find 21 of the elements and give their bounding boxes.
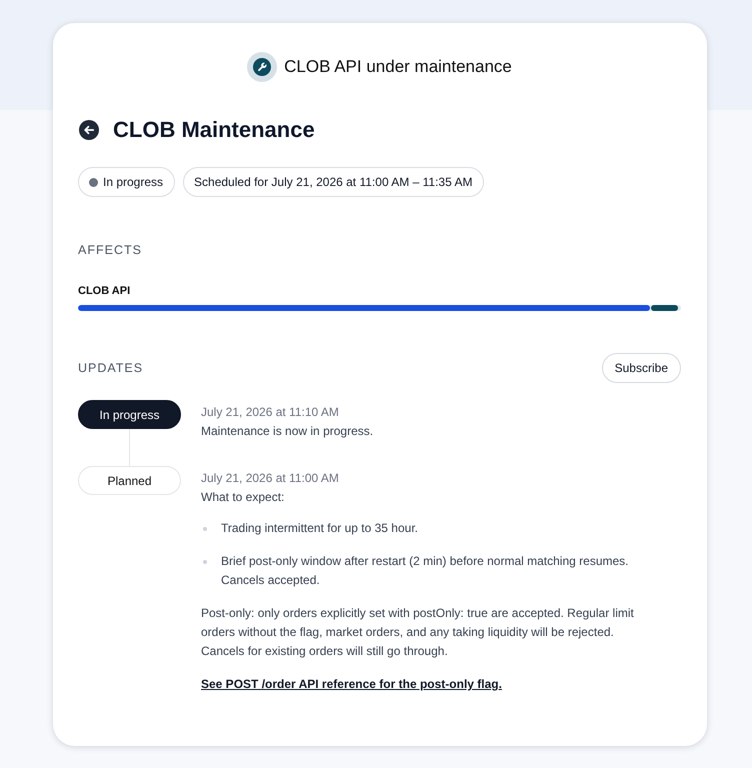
wrench-icon bbox=[247, 52, 278, 82]
subscribe-button[interactable]: Subscribe bbox=[602, 353, 681, 383]
schedule-badge: Scheduled for July 21, 2026 at 11:00 AM – 11:35 AM bbox=[183, 167, 484, 197]
bullet-dot-icon bbox=[203, 560, 207, 564]
bullet-text: Trading intermittent for up to 35 hour. bbox=[221, 520, 418, 537]
status-label: In progress bbox=[103, 175, 164, 189]
update-time: July 21, 2026 at 11:10 AM bbox=[201, 404, 339, 421]
bullet-text: Brief post-only window after restart (2 min) before normal matching resumes. Cancels accepted. bbox=[221, 553, 630, 589]
bullet-dot-icon bbox=[203, 527, 207, 531]
section-heading: UPDATES bbox=[78, 360, 144, 376]
update-text: What to expect: bbox=[201, 489, 284, 506]
component-name: CLOB API bbox=[78, 284, 130, 298]
status-badge: Planned bbox=[78, 466, 181, 495]
banner-title: CLOB API under maintenance bbox=[284, 56, 512, 78]
update-text: Maintenance is now in progress. bbox=[201, 423, 374, 440]
update-paragraph: Post-only: only orders explicitly set with postOnly: true are accepted. Regular limit orders without the flag, market orders, and any taking liquidity will be rejected. Cancels for existing orders will still go through. bbox=[201, 605, 635, 660]
status-badge: In progress bbox=[78, 400, 181, 429]
section-heading: AFFECTS bbox=[78, 242, 142, 258]
page-title: CLOB Maintenance bbox=[113, 118, 315, 142]
reference-link[interactable]: See POST /order API reference for the post-only flag. bbox=[201, 677, 502, 691]
update-time: July 21, 2026 at 11:00 AM bbox=[201, 470, 339, 487]
